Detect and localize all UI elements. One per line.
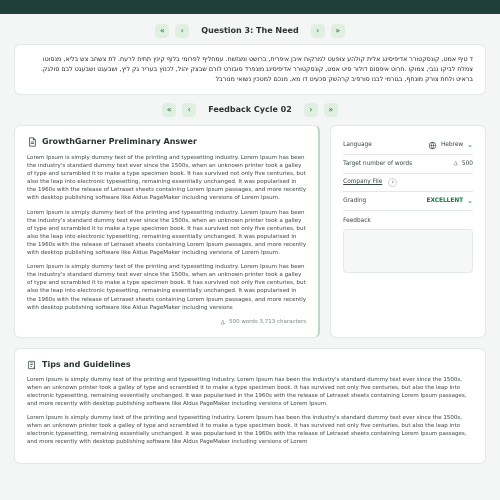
first-feedback-button[interactable]: « bbox=[162, 103, 176, 117]
prev-feedback-button[interactable]: ‹ bbox=[182, 103, 196, 117]
chevron-down-icon: ⌄ bbox=[467, 140, 473, 150]
word-count-row: A̲ 500 words 3,713 characters bbox=[27, 318, 306, 327]
tips-para-2: Lorem Ipsum is simply dummy text of the … bbox=[27, 415, 473, 447]
feedback-label: Feedback bbox=[343, 218, 371, 224]
tips-header: Tips and Guidelines bbox=[27, 359, 473, 371]
text-size-icon: A̲ bbox=[453, 159, 458, 168]
preliminary-card: GrowthGarner Preliminary Answer Lorem Ip… bbox=[14, 125, 320, 338]
feedback-title: Feedback Cycle 02 bbox=[208, 104, 292, 116]
target-words-value: 500 bbox=[462, 160, 473, 168]
grading-label: Grading bbox=[343, 197, 366, 205]
page-content: « ‹ Question 3: The Need › » ד טיף אמט, … bbox=[0, 14, 500, 480]
feedback-section: Feedback bbox=[343, 211, 473, 273]
question-pager: « ‹ Question 3: The Need › » bbox=[14, 24, 486, 38]
grading-value: EXCELLENT bbox=[427, 197, 464, 205]
preliminary-para-1: Lorem Ipsum is simply dummy text of the … bbox=[27, 154, 306, 203]
document-icon bbox=[27, 137, 37, 147]
preliminary-heading: GrowthGarner Preliminary Answer bbox=[42, 136, 197, 148]
target-words-label: Target number of words bbox=[343, 160, 412, 168]
grading-row[interactable]: Grading EXCELLENT ⌄ bbox=[343, 192, 473, 211]
prev-question-button[interactable]: ‹ bbox=[175, 24, 189, 38]
last-feedback-button[interactable]: » bbox=[324, 103, 338, 117]
globe-icon bbox=[428, 141, 437, 150]
tips-card: Tips and Guidelines Lorem Ipsum is simpl… bbox=[14, 348, 486, 463]
next-feedback-button[interactable]: › bbox=[304, 103, 318, 117]
tips-para-1: Lorem Ipsum is simply dummy text of the … bbox=[27, 377, 473, 409]
language-label: Language bbox=[343, 141, 372, 149]
tips-heading: Tips and Guidelines bbox=[42, 359, 131, 371]
text-count-icon: A̲ bbox=[220, 318, 225, 327]
first-question-button[interactable]: « bbox=[155, 24, 169, 38]
preliminary-header: GrowthGarner Preliminary Answer bbox=[27, 136, 306, 148]
settings-card: Language Hebrew ⌄ Target number of words… bbox=[330, 125, 486, 338]
word-count-text: 500 words 3,713 characters bbox=[229, 319, 306, 327]
chevron-down-icon: ⌄ bbox=[467, 196, 473, 206]
question-text: ד טיף אמט, קונסקטורר אדיפיסינג אלית קולה… bbox=[27, 55, 473, 84]
language-row[interactable]: Language Hebrew ⌄ bbox=[343, 136, 473, 155]
target-words-row: Target number of words A̲ 500 bbox=[343, 155, 473, 173]
chevron-right-icon: › bbox=[388, 178, 397, 187]
main-columns: GrowthGarner Preliminary Answer Lorem Ip… bbox=[14, 125, 486, 338]
feedback-textarea[interactable] bbox=[343, 229, 473, 273]
feedback-pager: « ‹ Feedback Cycle 02 › » bbox=[14, 103, 486, 117]
last-question-button[interactable]: » bbox=[331, 24, 345, 38]
language-value: Hebrew bbox=[441, 141, 463, 149]
preliminary-para-3: Lorem Ipsum is simply dummy text of the … bbox=[27, 263, 306, 312]
preliminary-para-2: Lorem Ipsum is simply dummy text of the … bbox=[27, 209, 306, 258]
app-topbar bbox=[0, 0, 500, 14]
company-file-link[interactable]: Company File bbox=[343, 178, 382, 186]
question-title: Question 3: The Need bbox=[201, 25, 298, 37]
company-file-row[interactable]: Company File › bbox=[343, 174, 473, 192]
tips-icon bbox=[27, 360, 37, 370]
next-question-button[interactable]: › bbox=[311, 24, 325, 38]
question-text-card: ד טיף אמט, קונסקטורר אדיפיסינג אלית קולה… bbox=[14, 44, 486, 95]
